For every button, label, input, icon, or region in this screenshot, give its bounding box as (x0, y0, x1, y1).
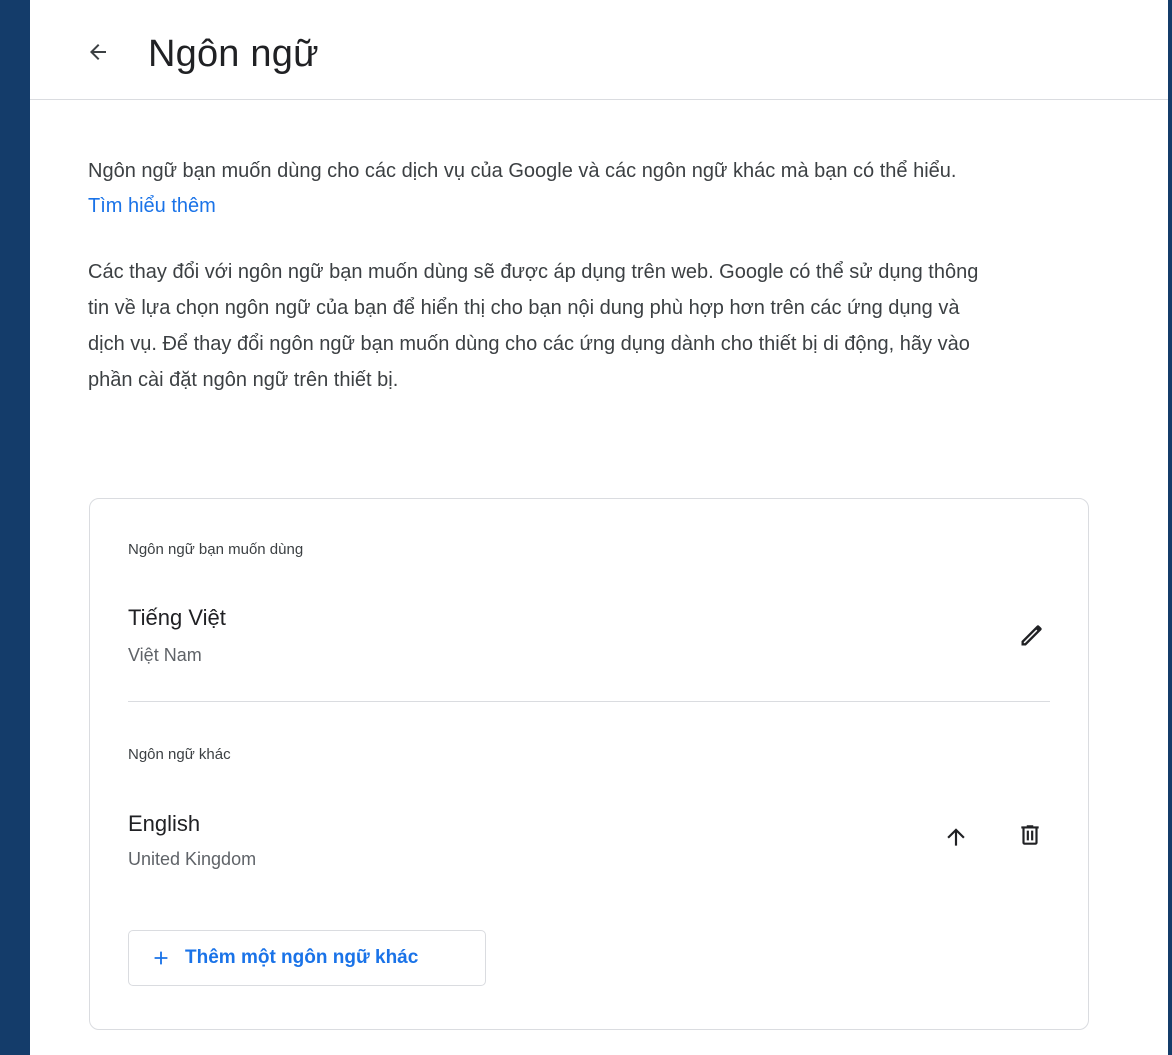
preferred-language-region: Việt Nam (128, 645, 202, 665)
arrow-up-icon (943, 824, 969, 855)
learn-more-link[interactable]: Tìm hiểu thêm (88, 195, 216, 217)
other-language-name: English (128, 811, 201, 836)
language-card: Ngôn ngữ bạn muốn dùng Tiếng Việt Việt N… (89, 498, 1089, 1030)
intro-text: Ngôn ngữ bạn muốn dùng cho các dịch vụ c… (88, 154, 968, 224)
pencil-icon (1018, 621, 1046, 654)
other-languages-label: Ngôn ngữ khác (128, 746, 231, 763)
add-language-label: Thêm một ngôn ngữ khác (185, 947, 419, 968)
language-settings-page: Ngôn ngữ Ngôn ngữ bạn muốn dùng cho các … (30, 0, 1168, 1055)
other-language-region: United Kingdom (128, 849, 257, 869)
move-up-button[interactable] (938, 821, 974, 857)
add-language-button[interactable]: Thêm một ngôn ngữ khác (128, 930, 486, 986)
section-divider (128, 701, 1050, 702)
page-header: Ngôn ngữ (30, 0, 1168, 100)
plus-icon (149, 946, 173, 970)
delete-language-button[interactable] (1012, 819, 1048, 855)
preferred-language-label: Ngôn ngữ bạn muốn dùng (128, 541, 304, 558)
language-change-note: Các thay đổi với ngôn ngữ bạn muốn dùng … (88, 261, 979, 391)
edit-language-button[interactable] (1014, 619, 1050, 655)
arrow-back-icon (86, 40, 110, 69)
preferred-language-name: Tiếng Việt (128, 605, 226, 630)
back-button[interactable] (84, 40, 112, 68)
intro-description: Ngôn ngữ bạn muốn dùng cho các dịch vụ c… (88, 160, 957, 182)
trash-icon (1017, 822, 1043, 853)
page-title: Ngôn ngữ (148, 33, 319, 75)
